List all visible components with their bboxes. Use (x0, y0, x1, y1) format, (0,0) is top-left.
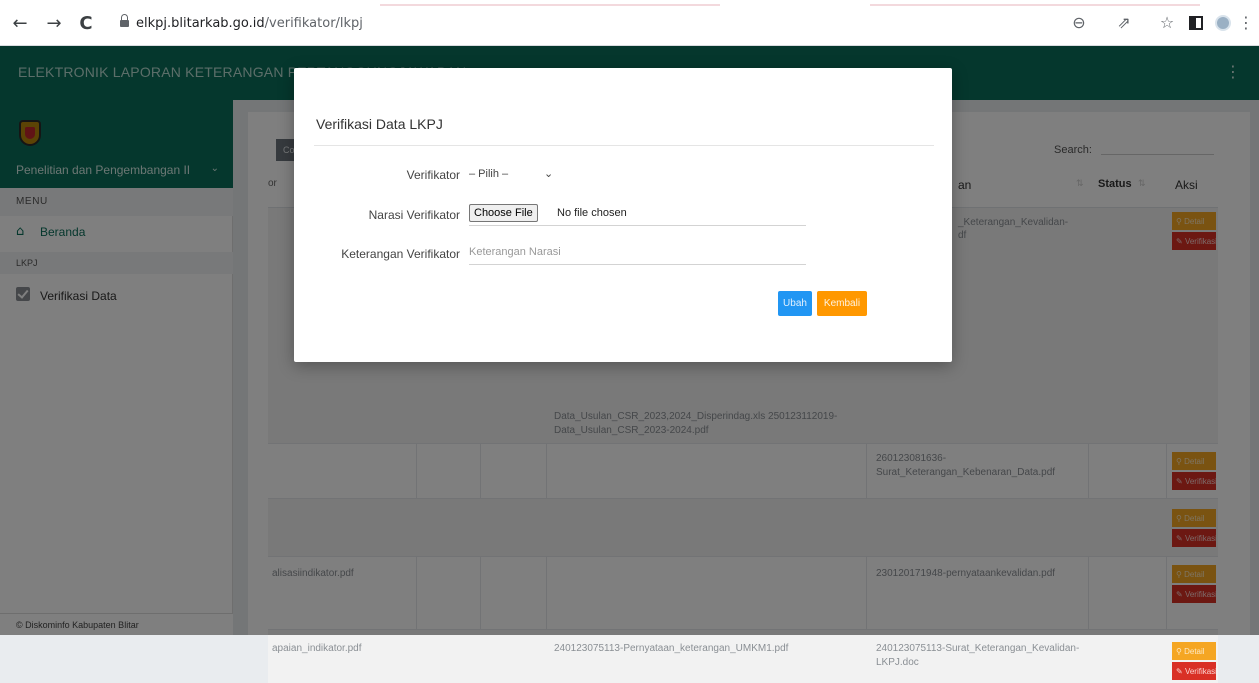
modal-title: Verifikasi Data LKPJ (316, 116, 443, 132)
cell-keterangan: LKPJ.doc (876, 657, 919, 668)
verifikasi-modal: Verifikasi Data LKPJ Verifikator – Pilih… (294, 68, 952, 362)
browser-menu-icon[interactable]: ⋮ (1236, 13, 1256, 33)
table-row: apaian_indikator.pdf 240123075113-Pernya… (268, 630, 1218, 683)
back-icon[interactable]: ← (10, 14, 30, 34)
modal-divider (314, 145, 934, 146)
lock-icon[interactable] (120, 14, 129, 29)
verifikator-label: Verifikator (406, 168, 460, 182)
profile-icon[interactable] (1215, 15, 1231, 31)
tab-indicator (380, 0, 720, 6)
tab-indicator (870, 0, 1200, 6)
share-icon[interactable]: ⇗ (1114, 13, 1134, 33)
cell-first: apaian_indikator.pdf (272, 643, 362, 654)
url-text: elkpj.blitarkab.go.id/verifikator/lkpj (136, 16, 363, 31)
chevron-down-icon[interactable]: ⌄ (544, 167, 553, 180)
search-icon: ⚲ (1176, 647, 1185, 656)
verifikasi-button[interactable]: ✎ Verifikasi (1172, 662, 1216, 680)
detail-button[interactable]: ⚲ Detail (1172, 642, 1216, 660)
kembali-button[interactable]: Kembali (817, 291, 867, 316)
url-domain: elkpj.blitarkab.go.id (136, 16, 265, 31)
url-path: /verifikator/lkpj (264, 16, 363, 31)
detail-label: Detail (1184, 647, 1205, 656)
tab-strip (0, 0, 1259, 6)
keterangan-label: Keterangan Verifikator (341, 247, 460, 261)
keterangan-input[interactable]: Keterangan Narasi (469, 243, 806, 265)
reload-icon[interactable]: C (76, 14, 96, 34)
address-bar[interactable]: elkpj.blitarkab.go.id/verifikator/lkpj (108, 9, 713, 39)
file-status: No file chosen (557, 207, 627, 219)
verifikasi-label: Verifikasi (1184, 667, 1216, 676)
pencil-icon: ✎ (1176, 667, 1185, 676)
star-icon[interactable]: ☆ (1157, 13, 1177, 33)
cell-keterangan: 240123075113-Surat_Keterangan_Kevalidan- (876, 643, 1080, 654)
choose-file-button[interactable]: Choose File (469, 204, 538, 222)
keterangan-placeholder: Keterangan Narasi (469, 246, 561, 258)
ubah-button[interactable]: Ubah (778, 291, 812, 316)
sidepanel-icon[interactable] (1189, 16, 1203, 30)
cell-usulan: 240123075113-Pernyataan_keterangan_UMKM1… (554, 643, 789, 654)
forward-icon[interactable]: → (44, 14, 64, 34)
verifikator-select[interactable]: – Pilih – (469, 168, 508, 180)
zoom-icon[interactable]: ⊖ (1069, 13, 1089, 33)
narasi-label: Narasi Verifikator (368, 208, 460, 222)
browser-toolbar: ← → C elkpj.blitarkab.go.id/verifikator/… (0, 0, 1259, 46)
narasi-file-field: Choose File No file chosen (469, 204, 806, 226)
